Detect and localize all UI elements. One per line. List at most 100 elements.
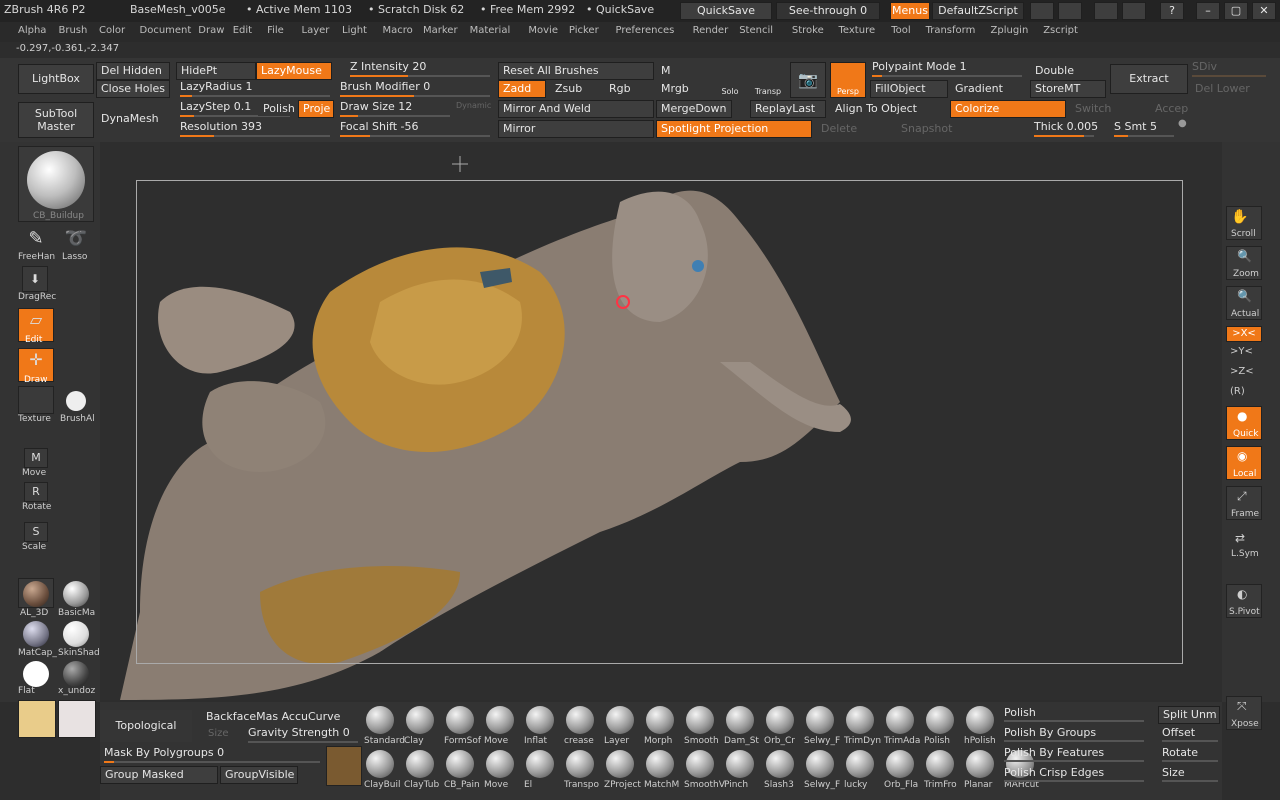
brush-alpha-slot[interactable] xyxy=(58,386,94,414)
brush-13-icon[interactable] xyxy=(886,706,914,734)
dynamesh-button[interactable]: DynaMesh xyxy=(96,108,170,130)
menu-transform[interactable]: Transform xyxy=(926,25,976,36)
brush-14-icon[interactable] xyxy=(926,706,954,734)
group-visible-button[interactable]: GroupVisible xyxy=(220,766,298,784)
transp-button[interactable]: Transp xyxy=(750,62,786,98)
menu-color[interactable]: Color xyxy=(99,25,125,36)
z-symmetry-toggle[interactable]: >Z< xyxy=(1230,366,1254,377)
ui-scale-icon[interactable] xyxy=(1094,2,1118,20)
current-brush-thumbnail[interactable]: CB_Buildup xyxy=(18,146,94,222)
backface-accucurve[interactable]: BackfaceMas AccuCurve xyxy=(206,710,340,723)
size-slider[interactable]: Size xyxy=(1162,766,1218,782)
split-unmasked-button[interactable]: Split Unm xyxy=(1158,706,1220,724)
draw-size-slider[interactable]: Draw Size 12 xyxy=(340,100,450,118)
menu-zscript[interactable]: Zscript xyxy=(1043,25,1078,36)
brush-14-icon[interactable] xyxy=(926,750,954,778)
subtool-master-button[interactable]: SubTool Master xyxy=(18,102,94,138)
spivot-button[interactable]: ◐ S.Pivot xyxy=(1226,584,1262,618)
rgb-toggle[interactable]: Rgb xyxy=(604,80,654,98)
secondary-color-swatch[interactable] xyxy=(58,700,96,738)
freehand-stroke-icon[interactable]: ✎ xyxy=(18,226,54,252)
lasso-icon[interactable]: ➰ xyxy=(58,226,94,252)
close-holes-button[interactable]: Close Holes xyxy=(96,80,170,98)
brush-12-icon[interactable] xyxy=(846,706,874,734)
brush-5-icon[interactable] xyxy=(566,750,594,778)
gravity-strength-slider[interactable]: Gravity Strength 0 xyxy=(248,726,358,744)
lightbox-button[interactable]: LightBox xyxy=(18,64,94,94)
align-to-object-button[interactable]: Align To Object xyxy=(830,100,948,118)
z-intensity-slider[interactable]: Z Intensity 20 xyxy=(350,60,490,78)
main-color-swatch[interactable] xyxy=(18,700,56,738)
project-toggle[interactable]: Proje xyxy=(298,100,334,118)
draw-mode-button[interactable]: ✛ Draw xyxy=(18,348,54,385)
menu-file[interactable]: File xyxy=(267,25,284,36)
menu-movie[interactable]: Movie xyxy=(528,25,558,36)
zadd-toggle[interactable]: Zadd xyxy=(498,80,546,98)
polish-by-features-slider[interactable]: Polish By Features xyxy=(1004,746,1144,762)
y-symmetry-toggle[interactable]: >Y< xyxy=(1230,346,1253,357)
polish-crisp-edges-slider[interactable]: Polish Crisp Edges xyxy=(1004,766,1144,782)
dragrect-icon[interactable]: ⬇ xyxy=(22,266,48,292)
brush-11-icon[interactable] xyxy=(806,750,834,778)
extract-button[interactable]: Extract xyxy=(1110,64,1188,94)
brush-6-icon[interactable] xyxy=(606,750,634,778)
resolution-slider[interactable]: Resolution 393 xyxy=(180,120,330,138)
menu-document[interactable]: Document xyxy=(140,25,192,36)
scroll-button[interactable]: ✋ Scroll xyxy=(1226,206,1262,240)
menu-stroke[interactable]: Stroke xyxy=(792,25,824,36)
rotate-slider[interactable]: Rotate xyxy=(1162,746,1218,762)
brush-3-icon[interactable] xyxy=(486,750,514,778)
scale-mode-icon[interactable]: S xyxy=(24,522,48,542)
dynamic-toggle[interactable]: Dynamic xyxy=(456,101,491,110)
fillobject-button[interactable]: FillObject xyxy=(870,80,948,98)
double-toggle[interactable]: Double xyxy=(1030,62,1106,80)
mrgb-toggle[interactable]: Mrgb xyxy=(656,80,706,98)
delete-button[interactable]: Delete xyxy=(816,120,876,138)
ui-layout-icon[interactable] xyxy=(1122,2,1146,20)
lazymouse-toggle[interactable]: LazyMouse xyxy=(256,62,332,80)
hidept-button[interactable]: HidePt xyxy=(176,62,256,80)
replaylast-button[interactable]: ReplayLast xyxy=(750,100,826,118)
material-flat[interactable] xyxy=(18,658,54,688)
brush-8-icon[interactable] xyxy=(686,706,714,734)
polish-slider[interactable]: Polish xyxy=(1004,706,1144,722)
lazyradius-slider[interactable]: LazyRadius 1 xyxy=(180,80,330,98)
offset-slider[interactable]: Offset xyxy=(1162,726,1218,742)
actual-button[interactable]: 🔍 Actual xyxy=(1226,286,1262,320)
mirror-and-weld-button[interactable]: Mirror And Weld xyxy=(498,100,654,118)
brush-1-icon[interactable] xyxy=(406,750,434,778)
material-skinshade[interactable] xyxy=(58,618,94,648)
xpose-button[interactable]: ⤧ Xpose xyxy=(1226,696,1262,730)
layout-left-icon[interactable] xyxy=(1030,2,1054,20)
brush-4-icon[interactable] xyxy=(526,706,554,734)
brush-10-icon[interactable] xyxy=(766,706,794,734)
brush-9-icon[interactable] xyxy=(726,706,754,734)
help-icon[interactable]: ? xyxy=(1160,2,1184,20)
menu-macro[interactable]: Macro xyxy=(383,25,413,36)
material-matcap[interactable] xyxy=(18,618,54,648)
quick-button[interactable]: ● Quick xyxy=(1226,406,1262,440)
marker-brush-icon[interactable] xyxy=(326,746,362,786)
zoom-button[interactable]: 🔍 Zoom xyxy=(1226,246,1262,280)
rotate-mode-icon[interactable]: R xyxy=(24,482,48,502)
brush-10-icon[interactable] xyxy=(766,750,794,778)
mask-by-polygroups-slider[interactable]: Mask By Polygroups 0 xyxy=(104,746,320,764)
radial-symmetry-toggle[interactable]: (R) xyxy=(1230,386,1245,397)
brush-0-icon[interactable] xyxy=(366,706,394,734)
polish-toggle[interactable]: Polish xyxy=(258,100,296,116)
brush-5-icon[interactable] xyxy=(566,706,594,734)
menu-picker[interactable]: Picker xyxy=(569,25,599,36)
texture-slot[interactable] xyxy=(18,386,54,414)
persp-button[interactable]: Persp xyxy=(830,62,866,98)
brush-9-icon[interactable] xyxy=(726,750,754,778)
brush-0-icon[interactable] xyxy=(366,750,394,778)
focal-shift-slider[interactable]: Focal Shift -56 xyxy=(340,120,490,138)
snapshot-button[interactable]: Snapshot xyxy=(896,120,976,138)
frame-button[interactable]: ⤢ Frame xyxy=(1226,486,1262,520)
mergedown-button[interactable]: MergeDown xyxy=(656,100,732,118)
brush-15-icon[interactable] xyxy=(966,750,994,778)
brush-15-icon[interactable] xyxy=(966,706,994,734)
menu-render[interactable]: Render xyxy=(693,25,729,36)
brush-1-icon[interactable] xyxy=(406,706,434,734)
local-button[interactable]: ◉ Local xyxy=(1226,446,1262,480)
